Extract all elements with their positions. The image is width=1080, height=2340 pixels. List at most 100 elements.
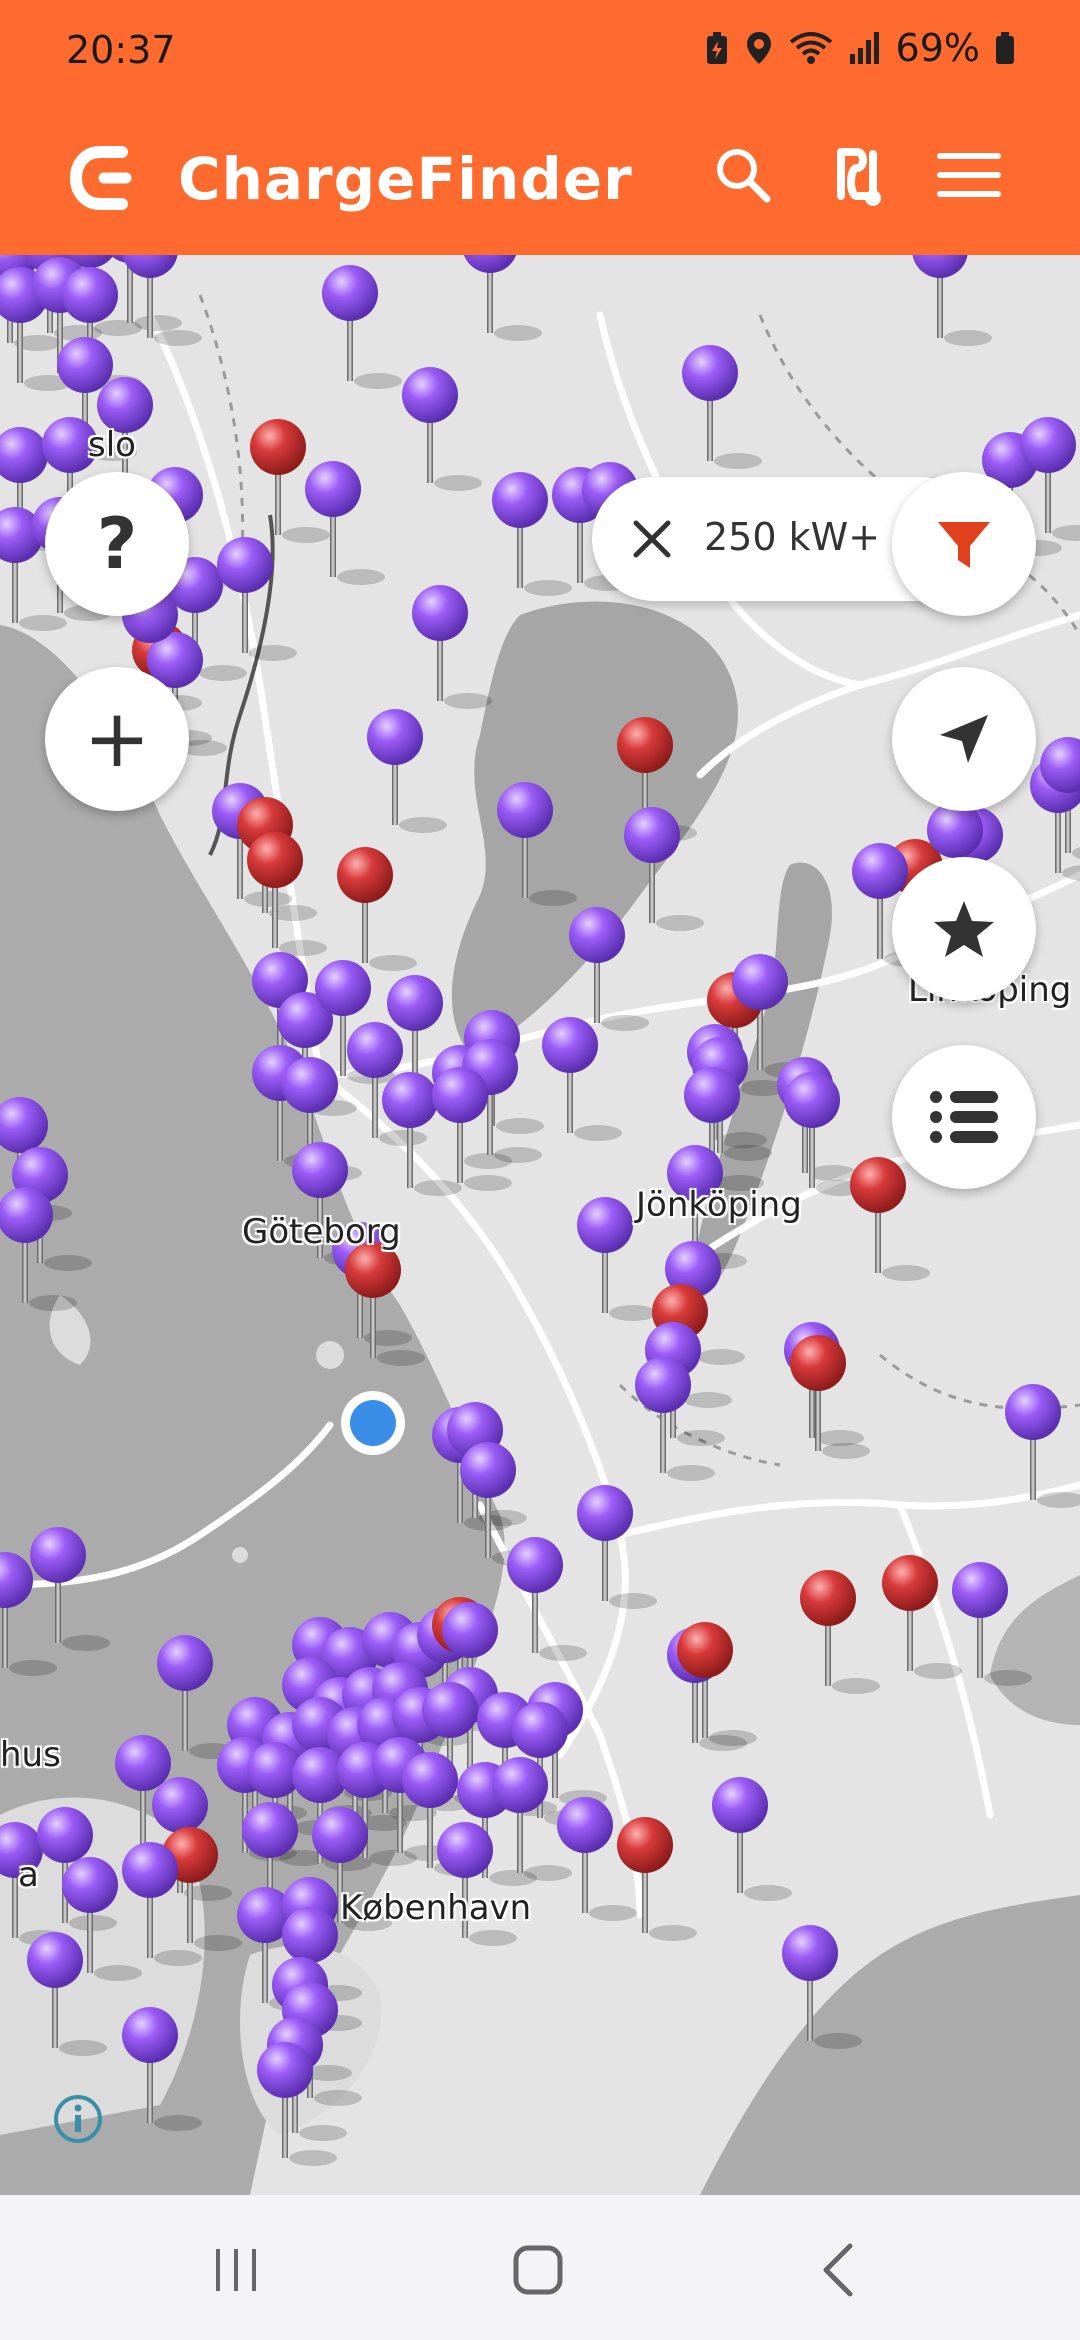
charging-station-pin[interactable] [437, 1822, 493, 1878]
fast-charger-pin[interactable] [677, 1622, 733, 1678]
fast-charger-pin[interactable] [337, 847, 393, 903]
charging-station-pin[interactable] [62, 267, 118, 323]
charging-station-pin[interactable] [0, 1552, 33, 1608]
charging-station-pin[interactable] [852, 843, 908, 899]
pin-shadow [494, 325, 542, 341]
city-label-goteborg: Göteborg [242, 1212, 401, 1252]
charging-station-pin[interactable] [315, 960, 371, 1016]
pin-shadow [609, 1305, 657, 1321]
pin-shadow [1062, 865, 1080, 881]
charging-station-pin[interactable] [115, 1735, 171, 1791]
list-button[interactable] [892, 1045, 1036, 1189]
charging-station-pin[interactable] [282, 1057, 338, 1113]
charging-station-pin[interactable] [460, 1442, 516, 1498]
fast-charger-pin[interactable] [882, 1555, 938, 1611]
battery-saver-icon [706, 32, 727, 64]
charging-station-pin[interactable] [387, 975, 443, 1031]
charging-station-pin[interactable] [122, 1842, 178, 1898]
charging-station-pin[interactable] [542, 1017, 598, 1073]
charging-station-pin[interactable] [569, 907, 625, 963]
charging-station-pin[interactable] [577, 1197, 633, 1253]
fast-charger-pin[interactable] [800, 1570, 856, 1626]
pin-shadow [724, 1145, 772, 1161]
charging-station-pin[interactable] [27, 1932, 83, 1988]
charging-station-pin[interactable] [122, 2007, 178, 2063]
charging-station-pin[interactable] [382, 1072, 438, 1128]
system-nav-bar [0, 2195, 1080, 2340]
charging-station-pin[interactable] [157, 1635, 213, 1691]
charging-station-pin[interactable] [782, 1925, 838, 1981]
pin-shadow [809, 1165, 857, 1181]
info-icon[interactable] [52, 2093, 104, 2145]
charging-station-pin[interactable] [62, 1857, 118, 1913]
fast-charger-pin[interactable] [617, 717, 673, 773]
charging-station-pin[interactable] [217, 537, 273, 593]
fast-charger-pin[interactable] [790, 1335, 846, 1391]
charging-station-pin[interactable] [1020, 417, 1076, 473]
fast-charger-pin[interactable] [617, 1817, 673, 1873]
recents-button[interactable] [176, 2225, 296, 2315]
charging-station-pin[interactable] [507, 1537, 563, 1593]
help-label: ? [96, 503, 138, 585]
charging-station-pin[interactable] [635, 1357, 691, 1413]
charging-station-pin[interactable] [684, 1067, 740, 1123]
pin-shadow [609, 1593, 657, 1609]
charging-station-pin[interactable] [282, 1907, 338, 1963]
user-location-dot [341, 1391, 405, 1455]
charging-station-pin[interactable] [712, 1777, 768, 1833]
home-button[interactable] [478, 2225, 598, 2315]
charging-station-pin[interactable] [0, 1097, 48, 1153]
charging-station-pin[interactable] [952, 1562, 1008, 1618]
charging-station-pin[interactable] [242, 1802, 298, 1858]
charging-station-pin[interactable] [512, 1702, 568, 1758]
pin-shadow [379, 1130, 427, 1146]
charging-station-pin[interactable] [492, 1757, 548, 1813]
charging-station-pin[interactable] [492, 472, 548, 528]
charging-station-pin[interactable] [557, 1797, 613, 1853]
search-button[interactable] [698, 130, 788, 220]
charging-station-pin[interactable] [257, 2042, 313, 2098]
fast-charger-pin[interactable] [247, 832, 303, 888]
help-button[interactable]: ? [45, 472, 189, 616]
charging-station-pin[interactable] [442, 1602, 498, 1658]
charging-station-pin[interactable] [0, 427, 48, 483]
charging-station-pin[interactable] [784, 1072, 840, 1128]
battery-percent: 69% [895, 26, 980, 70]
charging-station-pin[interactable] [402, 367, 458, 423]
charging-station-pin[interactable] [322, 265, 378, 321]
pin-shadow [469, 1930, 517, 1946]
fast-charger-pin[interactable] [250, 419, 306, 475]
charging-station-pin[interactable] [497, 782, 553, 838]
close-icon[interactable] [622, 509, 682, 569]
charging-station-pin[interactable] [402, 1752, 458, 1808]
charging-station-pin[interactable] [682, 345, 738, 401]
charging-station-pin[interactable] [57, 337, 113, 393]
charging-station-pin[interactable] [462, 255, 518, 273]
charging-station-pin[interactable] [1005, 1384, 1061, 1440]
route-button[interactable] [812, 130, 902, 220]
filter-button[interactable] [892, 472, 1036, 616]
charging-station-pin[interactable] [422, 1682, 478, 1738]
locate-button[interactable] [892, 667, 1036, 811]
charging-station-pin[interactable] [312, 1807, 368, 1863]
charging-station-pin[interactable] [347, 1022, 403, 1078]
charging-station-pin[interactable] [305, 461, 361, 517]
zoom-in-button[interactable]: + [45, 667, 189, 811]
charging-station-pin[interactable] [432, 1067, 488, 1123]
pin-shadow [154, 2115, 202, 2131]
charging-station-pin[interactable] [624, 807, 680, 863]
charging-station-pin[interactable] [367, 709, 423, 765]
charging-station-pin[interactable] [37, 1807, 93, 1863]
menu-button[interactable] [924, 130, 1014, 220]
fast-charger-pin[interactable] [850, 1157, 906, 1213]
back-button[interactable] [780, 2225, 900, 2315]
charging-station-pin[interactable] [152, 1777, 208, 1833]
favorites-button[interactable] [892, 857, 1036, 1001]
charging-station-pin[interactable] [412, 585, 468, 641]
charging-station-pin[interactable] [292, 1142, 348, 1198]
charging-station-pin[interactable] [30, 1527, 86, 1583]
pin-shadow [914, 1663, 962, 1679]
charging-station-pin[interactable] [577, 1485, 633, 1541]
charging-station-pin[interactable] [912, 255, 968, 278]
charging-station-pin[interactable] [732, 954, 788, 1010]
